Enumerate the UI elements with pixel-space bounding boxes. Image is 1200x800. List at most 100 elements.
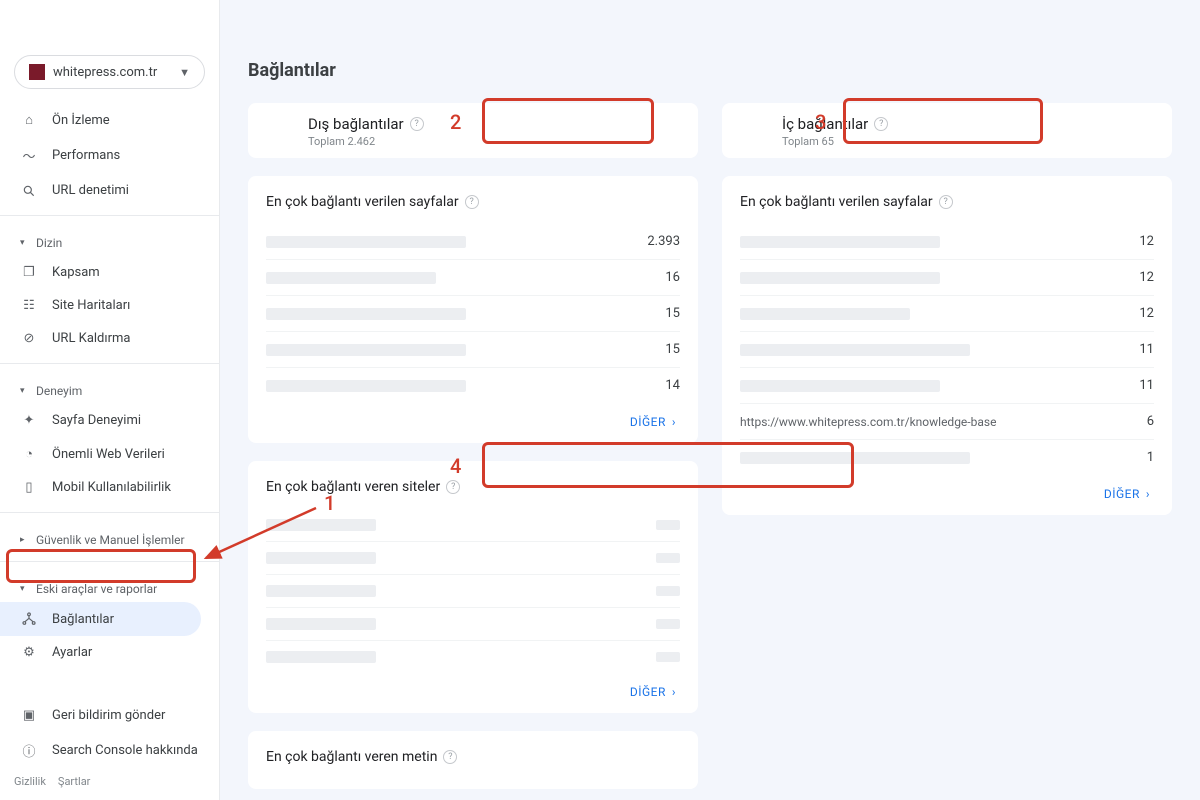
table-row[interactable]: 11 [740, 367, 1154, 403]
help-icon[interactable]: ? [939, 195, 953, 209]
home-icon: ⌂ [20, 112, 38, 128]
privacy-link[interactable]: Gizlilik [14, 775, 46, 788]
property-domain: whitepress.com.tr [53, 65, 157, 80]
nav-coverage[interactable]: ❐ Kapsam [0, 256, 219, 289]
nav-group-label: Deneyim [36, 384, 82, 398]
internal-total: Toplam 65 [782, 135, 1154, 148]
table-row[interactable] [266, 607, 680, 640]
nav-label: Geri bildirim gönder [52, 708, 165, 723]
help-icon[interactable]: ? [410, 117, 424, 131]
internal-top-pages-card: En çok bağlantı verilen sayfalar ? 12 12… [722, 176, 1172, 515]
table-row[interactable]: 15 [266, 295, 680, 331]
table-row[interactable]: 1 [740, 439, 1154, 475]
nav-page-experience[interactable]: ✦ Sayfa Deneyimi [0, 404, 219, 437]
external-title: Dış bağlantılar [308, 115, 404, 133]
more-button[interactable]: DİĞER › [1100, 475, 1154, 505]
chevron-down-icon: ▾ [20, 584, 28, 594]
nav-label: Bağlantılar [52, 612, 114, 627]
nav-label: Sayfa Deneyimi [52, 413, 141, 428]
external-top-text-card: En çok bağlantı veren metin ? [248, 731, 698, 789]
nav-group-index[interactable]: ▾ Dizin [0, 224, 219, 256]
nav-about[interactable]: ⓘ Search Console hakkında [0, 732, 219, 769]
nav-group-label: Dizin [36, 236, 62, 250]
nav-label: URL Kaldırma [52, 331, 130, 346]
chart-line-icon: 〜 [20, 146, 38, 165]
nav-url-inspection[interactable]: URL denetimi [0, 174, 219, 207]
table-row[interactable]: https://www.whitepress.com.tr/knowledge-… [740, 403, 1154, 439]
nav-label: Site Haritaları [52, 298, 130, 313]
info-icon: ⓘ [20, 741, 38, 760]
nav-group-legacy[interactable]: ▾ Eski araçlar ve raporlar [0, 570, 219, 602]
table-row[interactable]: 2.393 [266, 224, 680, 259]
feedback-icon: ▣ [20, 708, 38, 723]
property-selector[interactable]: whitepress.com.tr ▼ [14, 55, 205, 89]
nav-group-label: Güvenlik ve Manuel İşlemler [36, 533, 185, 547]
nav-label: Kapsam [52, 265, 100, 280]
table-row[interactable]: 11 [740, 331, 1154, 367]
nav-group-security[interactable]: ▸ Güvenlik ve Manuel İşlemler [0, 521, 219, 553]
primary-nav: ⌂ Ön İzleme 〜 Performans URL denetimi ▾ … [0, 103, 219, 669]
more-button[interactable]: DİĞER › [626, 403, 680, 433]
more-label: DİĞER [630, 685, 666, 699]
search-icon [20, 184, 38, 198]
plus-circle-icon: ✦ [20, 413, 38, 428]
table-row[interactable]: 14 [266, 367, 680, 403]
table-row[interactable]: 15 [266, 331, 680, 367]
pages-icon: ❐ [20, 265, 38, 280]
chevron-down-icon: ▾ [20, 238, 28, 248]
sidebar: whitepress.com.tr ▼ ⌂ Ön İzleme 〜 Perfor… [0, 0, 220, 800]
chevron-right-icon: ▸ [20, 535, 28, 545]
more-label: DİĞER [630, 415, 666, 429]
card-title: En çok bağlantı verilen sayfalar [740, 194, 933, 210]
mobile-icon: ▯ [20, 480, 38, 495]
table-row[interactable]: 12 [740, 295, 1154, 331]
more-button[interactable]: DİĞER › [626, 673, 680, 703]
chevron-right-icon: › [1146, 487, 1150, 501]
nav-label: Mobil Kullanılabilirlik [52, 480, 171, 495]
nav-settings[interactable]: ⚙ Ayarlar [0, 636, 219, 669]
nav-overview[interactable]: ⌂ Ön İzleme [0, 103, 219, 137]
external-total: Toplam 2.462 [308, 135, 680, 148]
table-row[interactable]: 12 [740, 259, 1154, 295]
nav-links[interactable]: Bağlantılar [0, 602, 201, 636]
links-icon [20, 611, 38, 627]
internal-links-header: İç bağlantılar ? Toplam 65 [722, 103, 1172, 158]
help-icon[interactable]: ? [443, 750, 457, 764]
table-row[interactable] [266, 574, 680, 607]
chevron-right-icon: › [672, 685, 676, 699]
table-row[interactable] [266, 640, 680, 673]
nav-label: Önemli Web Verileri [52, 447, 165, 462]
gear-icon: ⚙ [20, 645, 38, 660]
nav-mobile-usability[interactable]: ▯ Mobil Kullanılabilirlik [0, 471, 219, 504]
nav-removals[interactable]: ⊘ URL Kaldırma [0, 322, 219, 355]
more-label: DİĞER [1104, 487, 1140, 501]
table-row[interactable] [266, 509, 680, 541]
help-icon[interactable]: ? [446, 480, 460, 494]
help-icon[interactable]: ? [874, 117, 888, 131]
terms-link[interactable]: Şartlar [58, 775, 91, 788]
page-title: Bağlantılar [248, 60, 1172, 81]
legal-links: Gizlilik Şartlar [0, 769, 219, 794]
table-row[interactable] [266, 541, 680, 574]
nav-core-web-vitals[interactable]: ◔ Önemli Web Verileri [0, 437, 219, 471]
remove-icon: ⊘ [20, 331, 38, 346]
nav-performance[interactable]: 〜 Performans [0, 137, 219, 174]
external-top-pages-card: En çok bağlantı verilen sayfalar ? 2.393… [248, 176, 698, 443]
nav-label: URL denetimi [52, 183, 129, 198]
main-content: Bağlantılar Dış bağlantılar ? Toplam 2.4… [220, 0, 1200, 800]
help-icon[interactable]: ? [465, 195, 479, 209]
nav-sitemaps[interactable]: ☷ Site Haritaları [0, 289, 219, 322]
nav-group-experience[interactable]: ▾ Deneyim [0, 372, 219, 404]
chevron-down-icon: ▾ [20, 386, 28, 396]
nav-group-label: Eski araçlar ve raporlar [36, 582, 157, 596]
table-row[interactable]: 16 [266, 259, 680, 295]
nav-label: Performans [52, 148, 120, 163]
chevron-down-icon: ▼ [179, 66, 190, 79]
nav-label: Ön İzleme [52, 113, 110, 128]
card-title: En çok bağlantı veren metin [266, 749, 437, 765]
external-links-header: Dış bağlantılar ? Toplam 2.462 [248, 103, 698, 158]
nav-label: Ayarlar [52, 645, 92, 660]
table-row[interactable]: 12 [740, 224, 1154, 259]
nav-feedback[interactable]: ▣ Geri bildirim gönder [0, 699, 219, 732]
card-title: En çok bağlantı veren siteler [266, 479, 440, 495]
